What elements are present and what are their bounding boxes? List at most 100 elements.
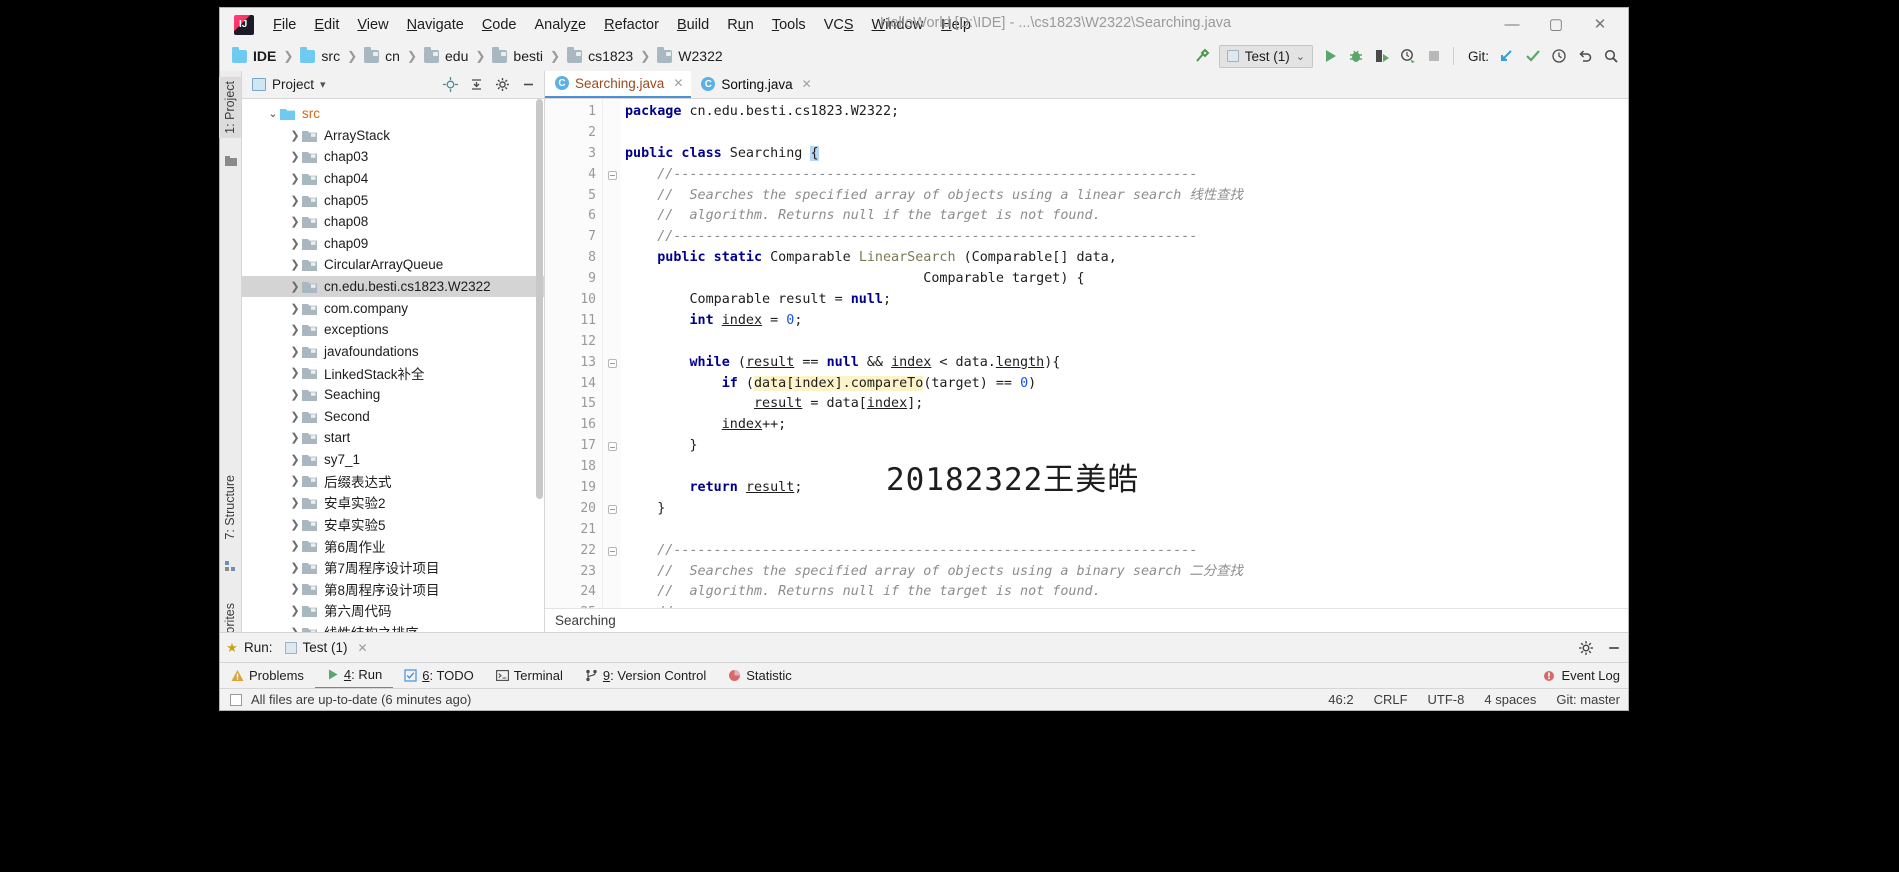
tree-item[interactable]: ❯ 第8周程序设计项目 (242, 578, 544, 600)
code-editor[interactable]: 12345678@9101112131415161718192021222324… (545, 99, 1628, 608)
git-branch-status[interactable]: Git: master (1556, 692, 1620, 707)
fold-marker[interactable] (603, 520, 621, 541)
chevron-right-icon[interactable]: ❯ (288, 323, 302, 336)
tree-item[interactable]: ❯ Seaching (242, 384, 544, 406)
run-with-coverage-icon[interactable] (1369, 43, 1395, 69)
locate-icon[interactable] (438, 74, 462, 96)
breadcrumb-item-besti[interactable]: besti (492, 46, 543, 64)
bottom-tab-9-version-control[interactable]: 9: Version Control (574, 663, 717, 689)
fold-marker[interactable] (603, 186, 621, 207)
breadcrumb-item-w2322[interactable]: W2322 (657, 46, 723, 64)
close-icon[interactable]: ✕ (802, 77, 812, 91)
fold-marker[interactable] (603, 603, 621, 608)
chevron-right-icon[interactable]: ❯ (288, 280, 302, 293)
run-tab-test[interactable]: Test (1) ✕ (284, 640, 368, 655)
menu-item-tools[interactable]: Tools (763, 15, 815, 35)
fold-marker[interactable] (603, 227, 621, 248)
tree-item[interactable]: ❯ 第7周程序设计项目 (242, 556, 544, 578)
fold-marker[interactable] (603, 353, 621, 374)
status-checkbox-icon[interactable] (230, 693, 242, 706)
commit-check-icon[interactable] (1520, 43, 1546, 69)
line-separator[interactable]: CRLF (1374, 692, 1408, 707)
breadcrumb-item-edu[interactable]: edu (424, 46, 468, 64)
bottom-tab-statistic[interactable]: Statistic (717, 663, 803, 689)
menu-item-refactor[interactable]: Refactor (595, 15, 668, 35)
editor-tab-searching-java[interactable]: C Searching.java ✕ (545, 70, 692, 98)
chevron-right-icon[interactable]: ❯ (288, 539, 302, 552)
collapse-region-icon[interactable] (607, 504, 617, 514)
editor-tab-sorting-java[interactable]: C Sorting.java ✕ (691, 70, 819, 98)
event-log-button[interactable]: Event Log (1543, 668, 1620, 683)
close-icon[interactable]: ✕ (358, 641, 368, 655)
breadcrumb-item-ide[interactable]: IDE (232, 46, 276, 64)
tree-item[interactable]: ❯ Second (242, 405, 544, 427)
update-project-icon[interactable] (1494, 43, 1520, 69)
chevron-right-icon[interactable]: ❯ (288, 172, 302, 185)
chevron-right-icon[interactable]: ❯ (288, 237, 302, 250)
bottom-tab-4-run[interactable]: 4: Run (314, 663, 394, 689)
menu-item-view[interactable]: View (348, 15, 397, 35)
chevron-right-icon[interactable]: ❯ (288, 410, 302, 423)
chevron-right-icon[interactable]: ❯ (288, 453, 302, 466)
fold-marker[interactable] (603, 290, 621, 311)
file-encoding[interactable]: UTF-8 (1428, 692, 1465, 707)
fold-marker[interactable] (603, 311, 621, 332)
menu-item-run[interactable]: Run (718, 15, 763, 35)
run-configuration-selector[interactable]: Test (1) ⌄ (1218, 44, 1313, 68)
minimize-button[interactable]: — (1490, 11, 1534, 37)
search-everywhere-icon[interactable] (1598, 43, 1624, 69)
tree-item[interactable]: ❯ start (242, 427, 544, 449)
tree-item[interactable]: ❯ cn.edu.besti.cs1823.W2322 (242, 275, 544, 298)
tree-item[interactable]: ❯ exceptions (242, 319, 544, 341)
chevron-right-icon[interactable]: ❯ (288, 129, 302, 142)
tree-item[interactable]: ❯ sy7_1 (242, 449, 544, 471)
collapse-region-icon[interactable] (607, 358, 617, 368)
breadcrumb-item-cs1823[interactable]: cs1823 (567, 46, 633, 64)
bottom-tab-terminal[interactable]: Terminal (485, 663, 574, 689)
fold-marker[interactable] (603, 102, 621, 123)
chevron-down-icon[interactable]: ▾ (320, 78, 326, 91)
tree-item[interactable]: ❯ 第6周作业 (242, 535, 544, 557)
rollback-icon[interactable] (1572, 43, 1598, 69)
tree-item[interactable]: ❯线性结构之排序 (242, 621, 544, 632)
chevron-right-icon[interactable]: ❯ (288, 215, 302, 228)
fold-marker[interactable] (603, 394, 621, 415)
fold-marker[interactable] (603, 478, 621, 499)
chevron-right-icon[interactable]: ❯ (288, 345, 302, 358)
chevron-right-icon[interactable]: ❯ (288, 474, 302, 487)
collapse-all-icon[interactable] (464, 74, 488, 96)
fold-marker[interactable] (603, 374, 621, 395)
caret-position[interactable]: 46:2 (1328, 692, 1353, 707)
menu-item-file[interactable]: File (264, 15, 305, 35)
tree-item[interactable]: ⌄ src (242, 103, 544, 125)
chevron-right-icon[interactable]: ❯ (288, 431, 302, 444)
fold-marker[interactable] (603, 582, 621, 603)
collapse-region-icon[interactable] (607, 170, 617, 180)
chevron-right-icon[interactable]: ❯ (288, 194, 302, 207)
chevron-right-icon[interactable]: ❯ (288, 258, 302, 271)
hammer-icon[interactable] (1189, 43, 1215, 69)
menu-item-navigate[interactable]: Navigate (398, 15, 473, 35)
debug-bug-icon[interactable] (1343, 43, 1369, 69)
tree-item[interactable]: ❯ 安卓实验5 (242, 513, 544, 535)
menu-item-vcs[interactable]: VCS (815, 15, 863, 35)
fold-marker[interactable] (603, 165, 621, 186)
close-button[interactable]: ✕ (1578, 11, 1622, 37)
fold-marker[interactable] (603, 415, 621, 436)
sidebar-item-structure[interactable]: 7: Structure (219, 471, 241, 544)
tree-item[interactable]: ❯ 第六周代码 (242, 600, 544, 622)
close-icon[interactable]: ✕ (673, 76, 683, 90)
tree-item[interactable]: ❯ LinkedStack补全 (242, 362, 544, 384)
tree-item[interactable]: ❯ chap03 (242, 146, 544, 168)
favorites-star-icon[interactable]: ★ (220, 640, 244, 656)
chevron-right-icon[interactable]: ❯ (288, 302, 302, 315)
chevron-right-icon[interactable]: ❯ (288, 150, 302, 163)
tree-item[interactable]: ❯ chap04 (242, 168, 544, 190)
fold-marker[interactable] (603, 332, 621, 353)
run-play-icon[interactable] (1317, 43, 1343, 69)
menu-item-analyze[interactable]: Analyze (526, 15, 596, 35)
bottom-tab-problems[interactable]: Problems (220, 663, 315, 689)
tree-item[interactable]: ❯ chap09 (242, 233, 544, 255)
code-folding-column[interactable] (603, 99, 621, 608)
source-code-text[interactable]: 20182322王美皓 package cn.edu.besti.cs1823.… (621, 99, 1628, 608)
